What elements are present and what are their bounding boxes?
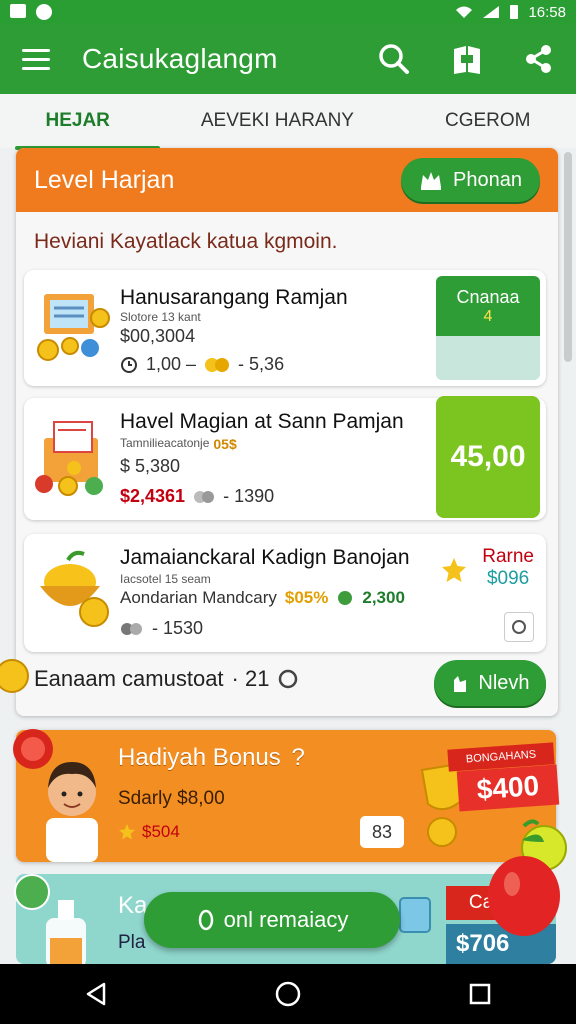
bonus-subtitle: Sdarly $8,00 (118, 788, 225, 809)
bottom-card-title: Ka (118, 892, 148, 919)
offer-meta: - 1530 (120, 618, 203, 639)
man-avatar (46, 762, 98, 862)
offer-reward-sub: 4 (483, 307, 493, 325)
app-title: Caisukaglangm (82, 43, 278, 74)
offer-meta-a: 1,00 – (146, 354, 197, 374)
offer-amount: $ 5,380 (120, 456, 181, 476)
offer-meta-b: - 5,36 (238, 354, 285, 374)
menu-icon[interactable] (22, 47, 52, 71)
offer-title: Jamaianckaral Kadign Banojan (120, 546, 410, 569)
bonus-value: $504 (142, 822, 180, 841)
cup-icon (399, 897, 431, 933)
offer-card[interactable]: Hanusarangang Ramjan Slotore 13 kant $00… (24, 270, 546, 386)
app-bar: Caisukaglangm (0, 24, 576, 94)
offer-reward-value[interactable]: 45,00 (436, 396, 540, 518)
clock-icon (121, 356, 137, 373)
floating-action-button[interactable]: onl remaiacy (144, 892, 400, 948)
offer-reward-badge[interactable]: Cnanaa 4 (436, 276, 540, 380)
home-icon[interactable] (274, 980, 302, 1008)
wifi-icon (456, 6, 473, 18)
tab-cgerom[interactable]: CGEROM (435, 96, 541, 146)
coins-icon (205, 357, 230, 372)
bonus-tag-value: $400 (456, 764, 560, 812)
offer-card[interactable]: Havel Magian at Sann Pamjan Tamnilieacat… (24, 396, 546, 520)
coins-icon (121, 622, 142, 635)
status-time: 16:58 (528, 3, 566, 21)
notification-icon (10, 4, 26, 18)
offer-amount-percent: $05% (284, 588, 329, 607)
hand-icon (454, 676, 467, 692)
offer-reward-badge[interactable]: Rarne $096 (482, 546, 534, 590)
next-button[interactable]: Nlevh (434, 660, 546, 706)
phonan-button[interactable]: Phonan (401, 158, 540, 202)
recents-icon[interactable] (466, 980, 494, 1008)
earn-text: Eanaam camustoat (34, 666, 224, 691)
offer-reward-title: Rarne (482, 546, 534, 567)
tab-aeveki-harany[interactable]: AEVEKI HARANY (191, 96, 364, 146)
level-card-header: Level Harjan Phonan (16, 148, 558, 212)
offer-amount: $00,3004 (120, 326, 196, 346)
bonus-price-tag: BONGAHANS $400 (447, 742, 560, 816)
box-coins-illustration (35, 421, 103, 496)
fruit-bowl-illustration (40, 550, 109, 627)
status-bar: 16:58 (0, 0, 576, 24)
bonus-value-row: $504 (118, 822, 180, 842)
star-icon (442, 558, 466, 582)
offer-meta: 1,00 – - 5,36 (120, 354, 284, 375)
system-nav-bar (0, 964, 576, 1024)
offer-meta-a: - 1530 (152, 618, 204, 638)
offer-meta: $2,4361 - 1390 (120, 486, 274, 507)
star-icon (119, 824, 135, 840)
signal-icon (483, 6, 500, 18)
offer-title: Havel Magian at Sann Pamjan (120, 410, 404, 433)
offer-small-a: Tamnilieacatonje (120, 436, 210, 450)
offer-amount-c: 2,300 (362, 588, 405, 607)
bonus-title: Hadiyah Bonus ? (118, 744, 305, 772)
offer-meta-b: - 1390 (223, 486, 275, 506)
crown-icon (421, 172, 442, 190)
coin-icon (198, 909, 213, 931)
offer-small-text: Slotore 13 kant (120, 310, 201, 324)
apple-icon (488, 819, 567, 936)
earn-value: · 21 (231, 666, 270, 691)
floating-button-label: onl remaiacy (223, 907, 349, 932)
tab-bar: HEJAR AEVEKI HARANY CGEROM (0, 94, 576, 150)
offer-reward-value: $096 (486, 568, 530, 589)
circle-icon (279, 669, 298, 689)
earn-row: Eanaam camustoat · 21 (34, 666, 299, 692)
scrollbar[interactable] (564, 152, 572, 362)
offer-reward-title: Cnanaa (456, 286, 520, 307)
coins-icon (338, 591, 353, 605)
bottom-card-sub: Pla (118, 932, 146, 953)
coin-icon (0, 659, 29, 693)
phonan-button-label: Phonan (453, 168, 522, 191)
offer-small-text: Iacsotel 15 seam (120, 572, 211, 586)
document-coins-illustration (37, 294, 110, 361)
bottom-seal-icon (14, 874, 50, 910)
bonus-card[interactable]: Hadiyah Bonus ? Sdarly $8,00 $504 83 BON… (13, 729, 560, 862)
bonus-count-badge: 83 (360, 816, 404, 848)
back-icon[interactable] (82, 980, 110, 1008)
level-card-subtitle: Heviani Kayatlack katua kgmoin. (34, 230, 338, 253)
offer-amount: Aondarian Mandcary (120, 588, 277, 607)
next-button-label: Nlevh (478, 671, 530, 694)
book-icon[interactable] (452, 43, 482, 75)
offer-card[interactable]: Jamaianckaral Kadign Banojan Iacsotel 15… (24, 534, 546, 652)
bonus-title-mark: ? (291, 744, 305, 771)
offer-small-text: Tamnilieacatonje 05$ (120, 436, 237, 452)
app-notification-icon (36, 4, 52, 20)
tab-hejar[interactable]: HEJAR (15, 96, 161, 150)
offer-title: Hanusarangang Ramjan (120, 286, 348, 309)
level-card: Level Harjan Phonan Heviani Kayatlack ka… (16, 148, 558, 716)
offer-amount-row: Aondarian Mandcary $05% 2,300 (120, 588, 405, 608)
bonus-title-text: Hadiyah Bonus (118, 744, 281, 771)
coins-icon (194, 490, 215, 503)
share-icon[interactable] (524, 44, 554, 74)
search-icon[interactable] (378, 43, 410, 75)
level-card-title: Level Harjan (34, 165, 175, 194)
battery-icon (510, 5, 519, 19)
offer-small-b: 05$ (213, 436, 237, 452)
offer-meta-a: $2,4361 (120, 486, 186, 506)
refresh-icon[interactable] (504, 612, 534, 642)
